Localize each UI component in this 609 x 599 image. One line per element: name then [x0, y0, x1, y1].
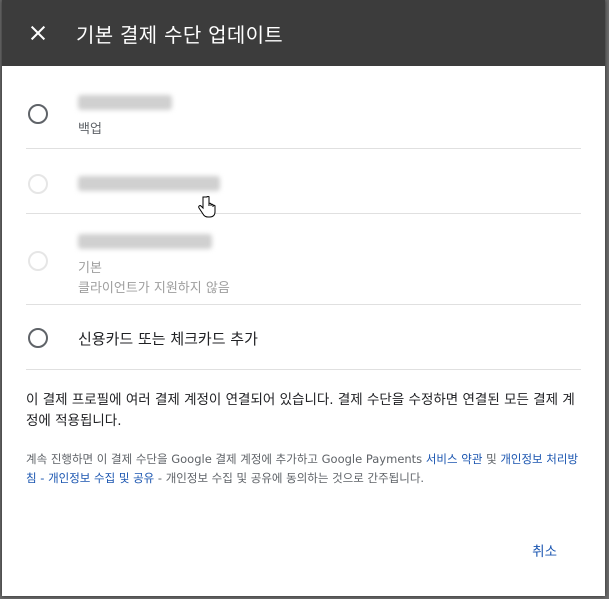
legal-suffix: - 개인정보 수집 및 공유에 동의하는 것으로 간주됩니다.	[157, 471, 425, 485]
legal-prefix: 계속 진행하면 이 결제 수단을 Google 결제 계정에 추가하고 Goog…	[26, 452, 423, 466]
radio-button[interactable]	[28, 104, 48, 124]
unsupported-label: 클라이언트가 지원하지 않음	[78, 281, 230, 296]
option-text: 기본 클라이언트가 지원하지 않음	[78, 234, 230, 299]
legal-text: 계속 진행하면 이 결제 수단을 Google 결제 계정에 추가하고 Goog…	[26, 450, 581, 488]
option-sublabel: 기본 클라이언트가 지원하지 않음	[78, 259, 230, 299]
add-card-option[interactable]: 신용카드 또는 체크카드 추가	[26, 305, 581, 370]
close-icon[interactable]	[28, 23, 48, 43]
payment-option-backup[interactable]: 백업	[26, 66, 581, 149]
option-text	[78, 176, 220, 191]
add-card-label: 신용카드 또는 체크카드 추가	[78, 330, 258, 348]
redacted-card-name	[78, 234, 212, 249]
terms-of-service-link[interactable]: 서비스 약관	[426, 452, 483, 466]
option-sublabel: 백업	[78, 122, 102, 137]
radio-button	[28, 174, 48, 194]
radio-button[interactable]	[28, 328, 48, 348]
update-payment-dialog: 기본 결제 수단 업데이트 백업 기본 클라이언트가 지원하지 않음 신용카드 …	[2, 0, 605, 596]
linked-accounts-notice: 이 결제 프로필에 여러 결제 계정이 연결되어 있습니다. 결제 수단을 수정…	[26, 392, 575, 429]
payment-method-list: 백업 기본 클라이언트가 지원하지 않음 신용카드 또는 체크카드 추가	[26, 66, 581, 370]
option-text: 백업	[78, 95, 172, 137]
redacted-card-name	[78, 95, 172, 110]
payment-option-disabled	[26, 149, 581, 214]
dialog-title: 기본 결제 수단 업데이트	[76, 22, 283, 47]
hand-cursor-icon	[198, 196, 216, 218]
legal-and: 및	[486, 452, 497, 466]
primary-label: 기본	[78, 261, 102, 276]
payment-option-primary: 기본 클라이언트가 지원하지 않음	[26, 214, 581, 305]
redacted-card-name	[78, 176, 220, 191]
data-collection-link[interactable]: 개인정보 수집 및 공유	[48, 471, 154, 485]
cancel-button[interactable]: 취소	[532, 540, 557, 560]
legal-dash: -	[40, 471, 45, 485]
radio-button	[28, 251, 48, 271]
dialog-header: 기본 결제 수단 업데이트	[2, 0, 605, 66]
